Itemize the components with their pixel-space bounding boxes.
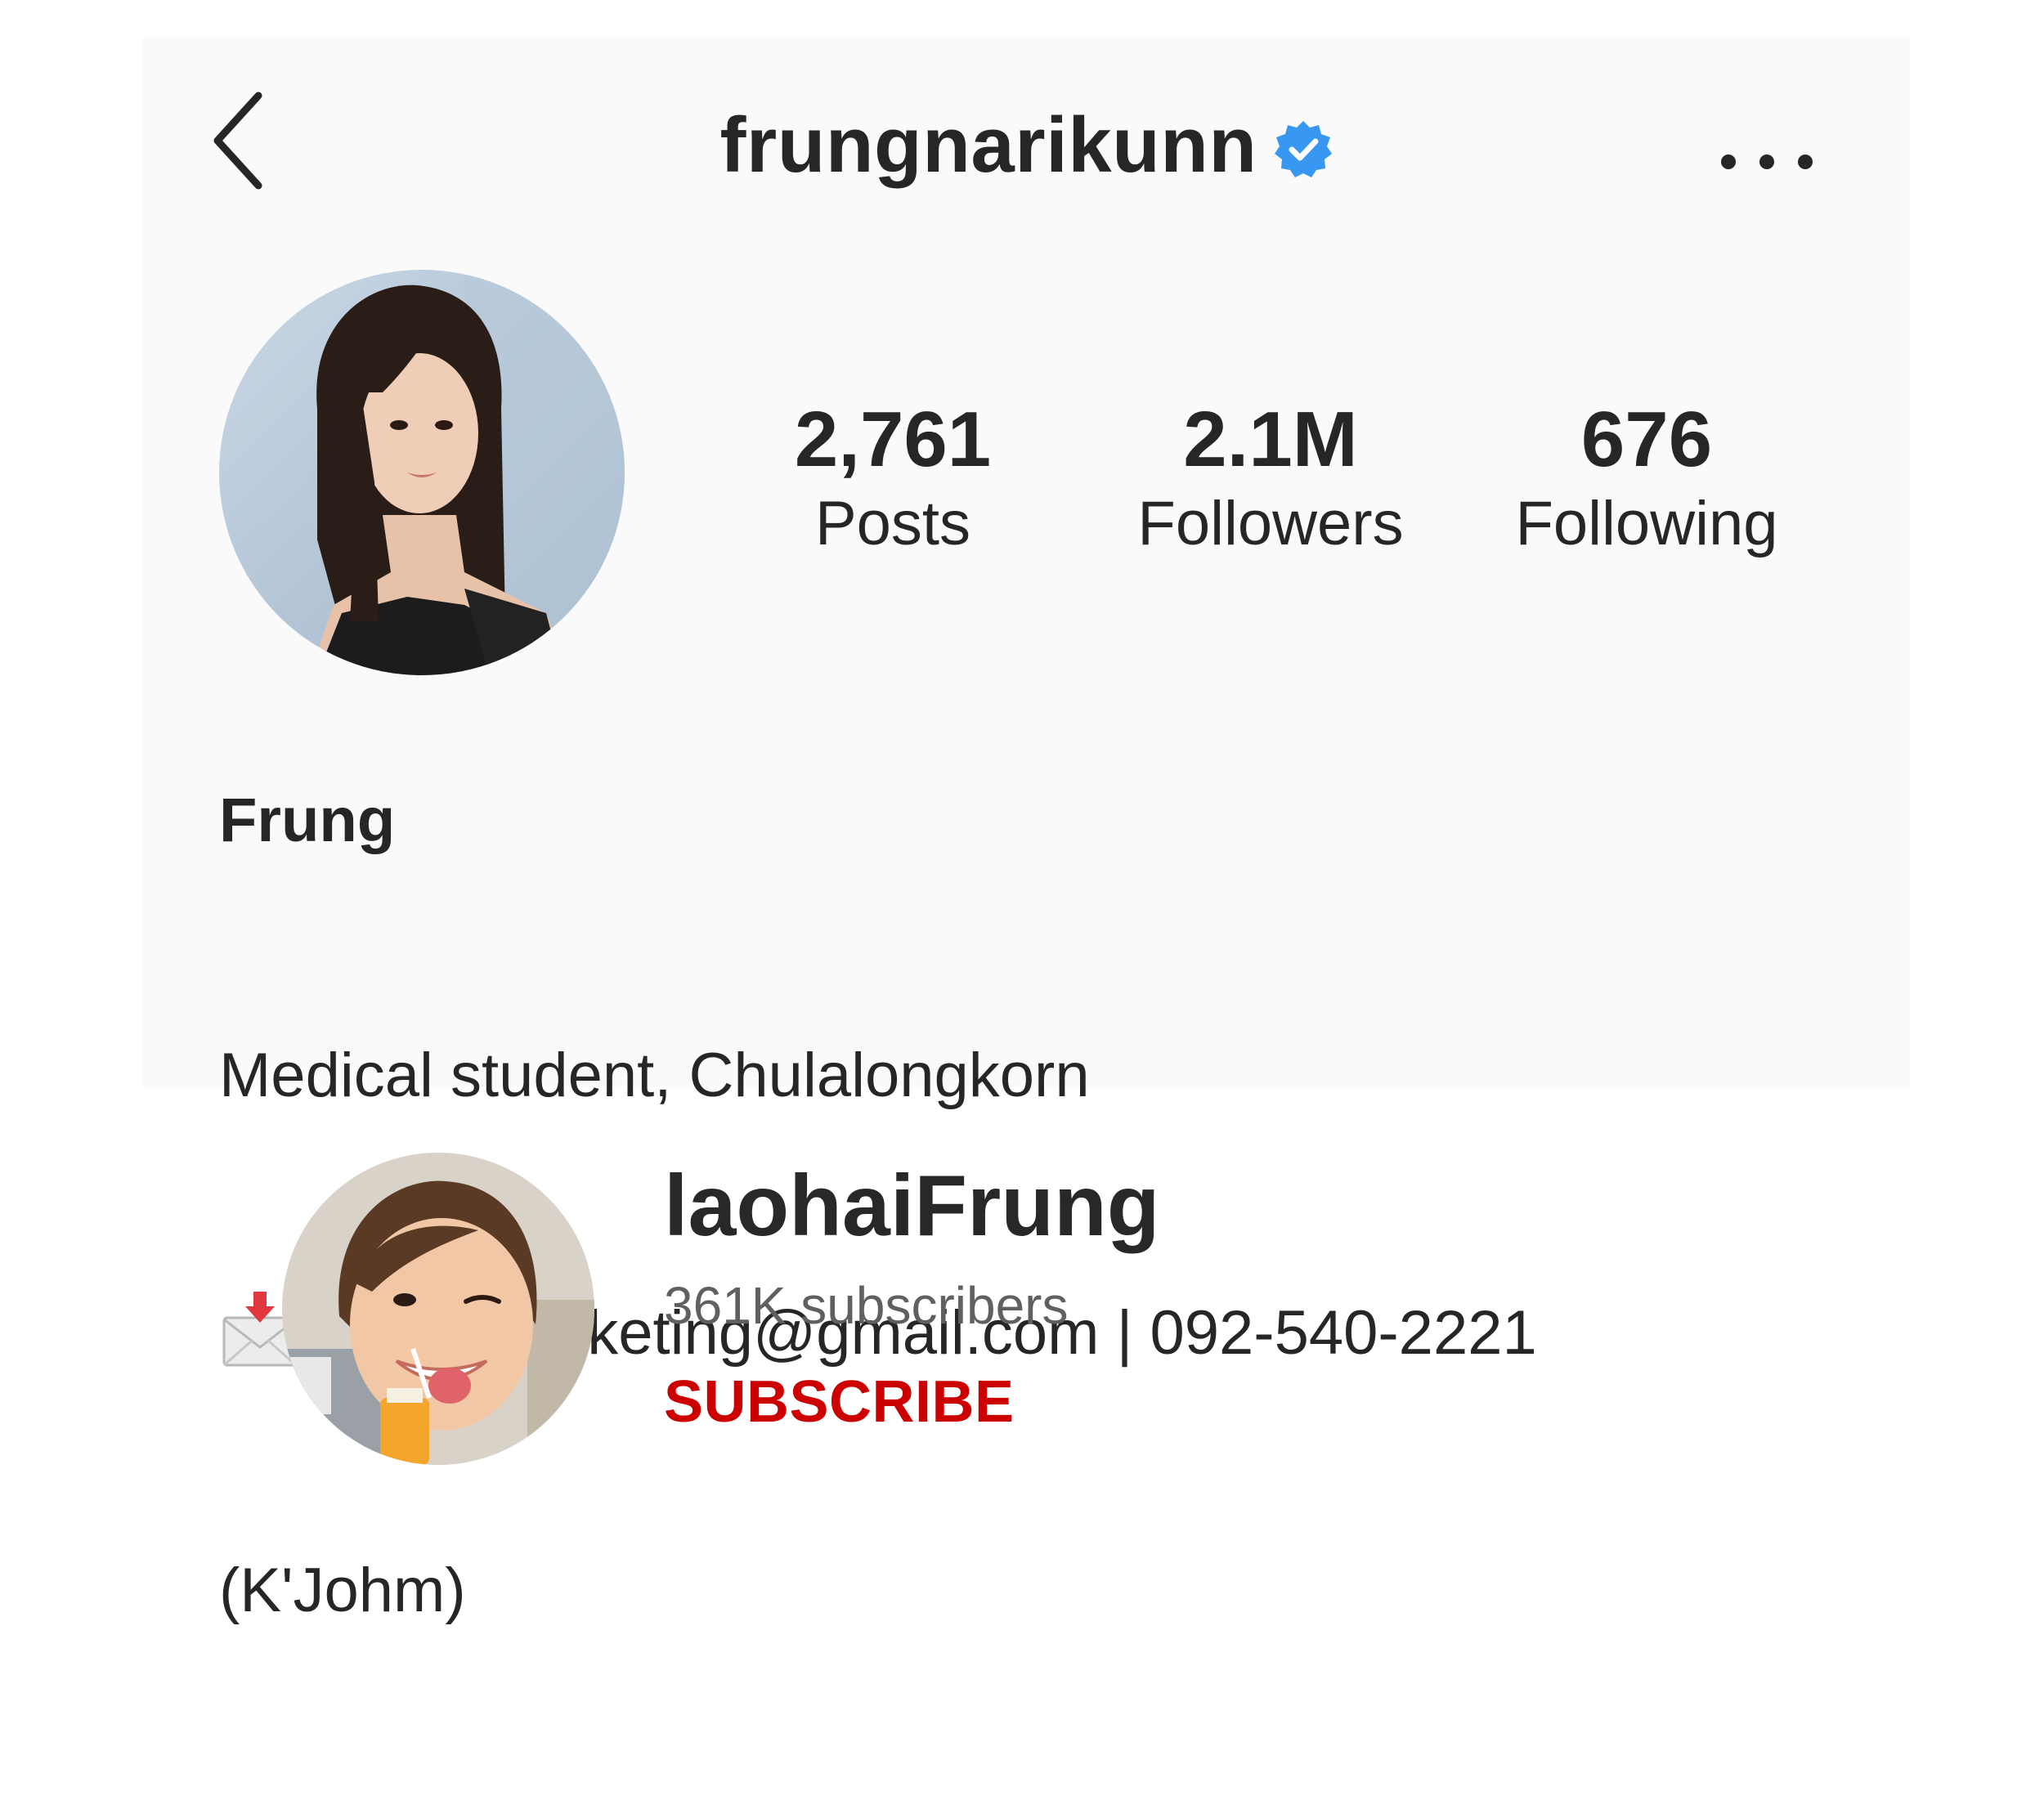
following-count: 676 <box>1580 396 1713 483</box>
youtube-channel-avatar[interactable] <box>282 1153 594 1465</box>
following-label: Following <box>1515 488 1778 558</box>
profile-header: frungnarikunn <box>142 101 1910 190</box>
verified-badge-icon <box>1274 119 1333 178</box>
followers-label: Followers <box>1137 488 1404 558</box>
bio-line-occupation: Medical student, Chulalongkorn <box>219 1040 1090 1110</box>
profile-username: frungnarikunn <box>719 101 1257 189</box>
bio-line-contact-name: (K'Johm) <box>219 1555 466 1625</box>
more-options-button[interactable] <box>1714 141 1820 182</box>
instagram-profile-card: frungnarikunn 2,761 Posts 2.1M Followers… <box>142 37 1910 1625</box>
channel-photo <box>282 1153 594 1465</box>
followers-stat[interactable]: 2.1M Followers <box>1107 396 1434 561</box>
followers-count: 2.1M <box>1183 396 1358 483</box>
youtube-subscriber-count: 361K subscribers <box>664 1275 1069 1335</box>
profile-stats: 2,761 Posts 2.1M Followers 676 Following <box>142 396 1910 609</box>
posts-count: 2,761 <box>794 396 992 483</box>
youtube-channel-name[interactable]: laohaiFrung <box>664 1157 1890 1256</box>
youtube-channel-info: laohaiFrung 361K subscribers SUBSCRIBE <box>664 1157 1890 1437</box>
posts-label: Posts <box>814 488 971 558</box>
bio-display-name: Frung <box>219 786 396 855</box>
more-horizontal-icon <box>1721 155 1813 169</box>
posts-stat[interactable]: 2,761 Posts <box>729 396 1056 561</box>
following-stat[interactable]: 676 Following <box>1483 396 1810 561</box>
youtube-subscribe-button[interactable]: SUBSCRIBE <box>664 1367 1015 1437</box>
